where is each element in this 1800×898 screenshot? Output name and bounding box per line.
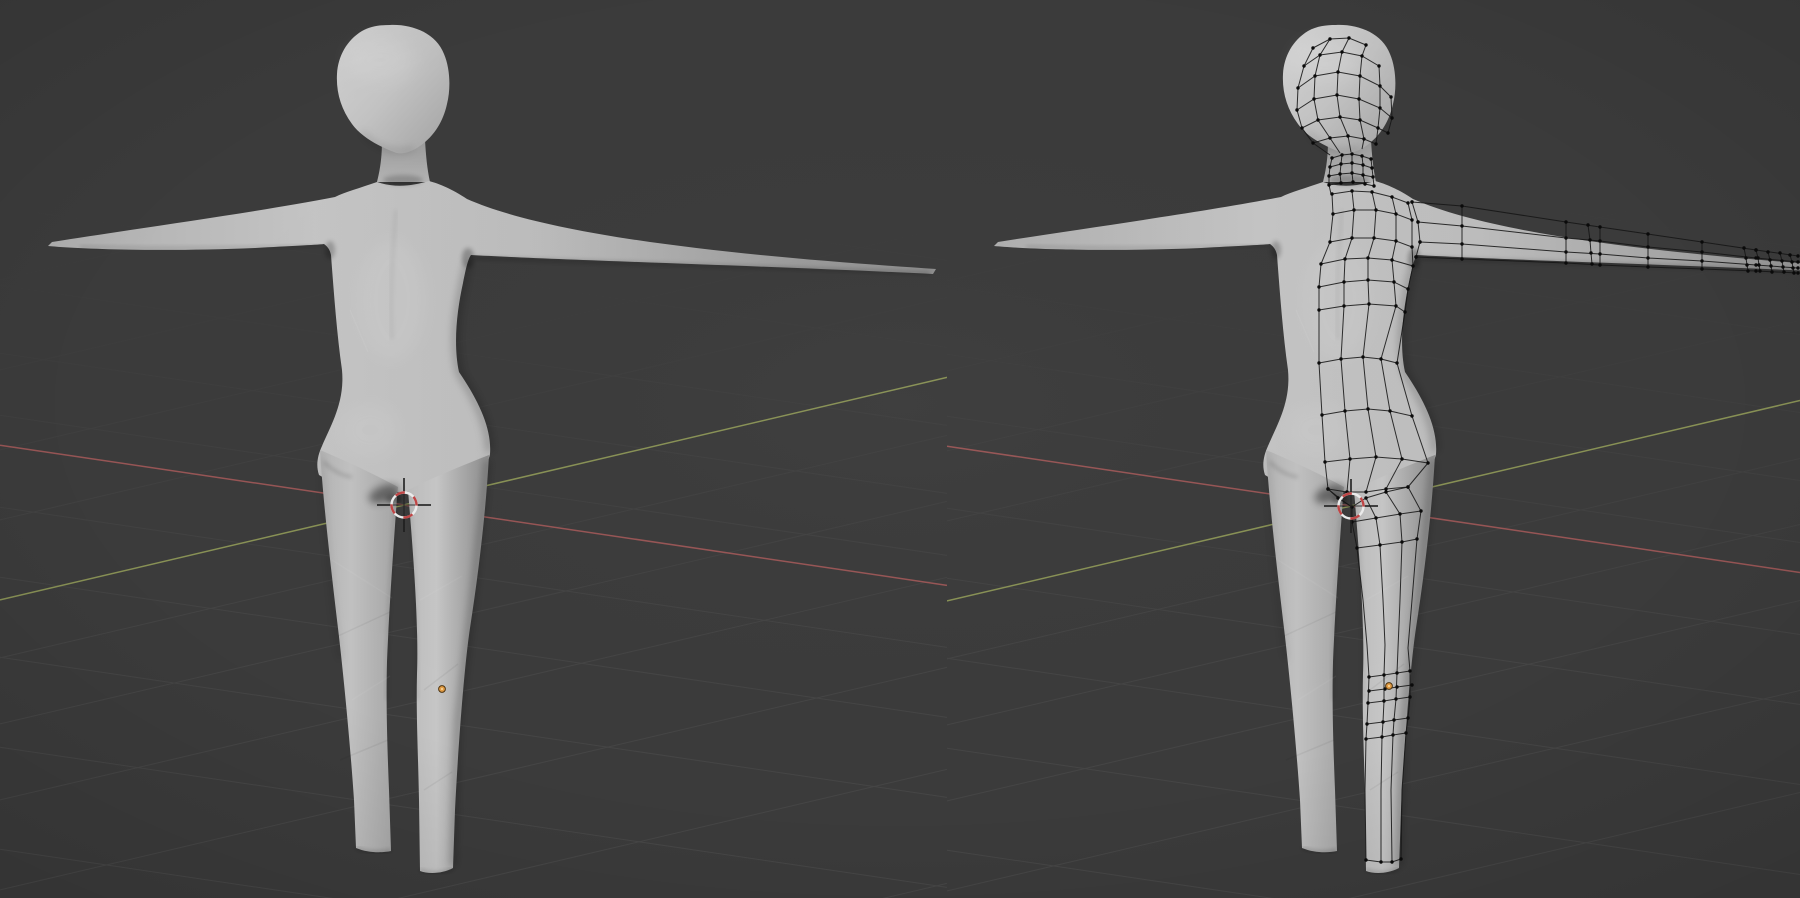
viewport-background bbox=[0, 0, 1800, 898]
object-origin-icon[interactable] bbox=[439, 686, 446, 693]
3d-scene-canvas[interactable] bbox=[0, 0, 1800, 898]
object-origin-icon[interactable] bbox=[1386, 683, 1393, 690]
blender-3d-viewport-comparison bbox=[0, 0, 1800, 898]
